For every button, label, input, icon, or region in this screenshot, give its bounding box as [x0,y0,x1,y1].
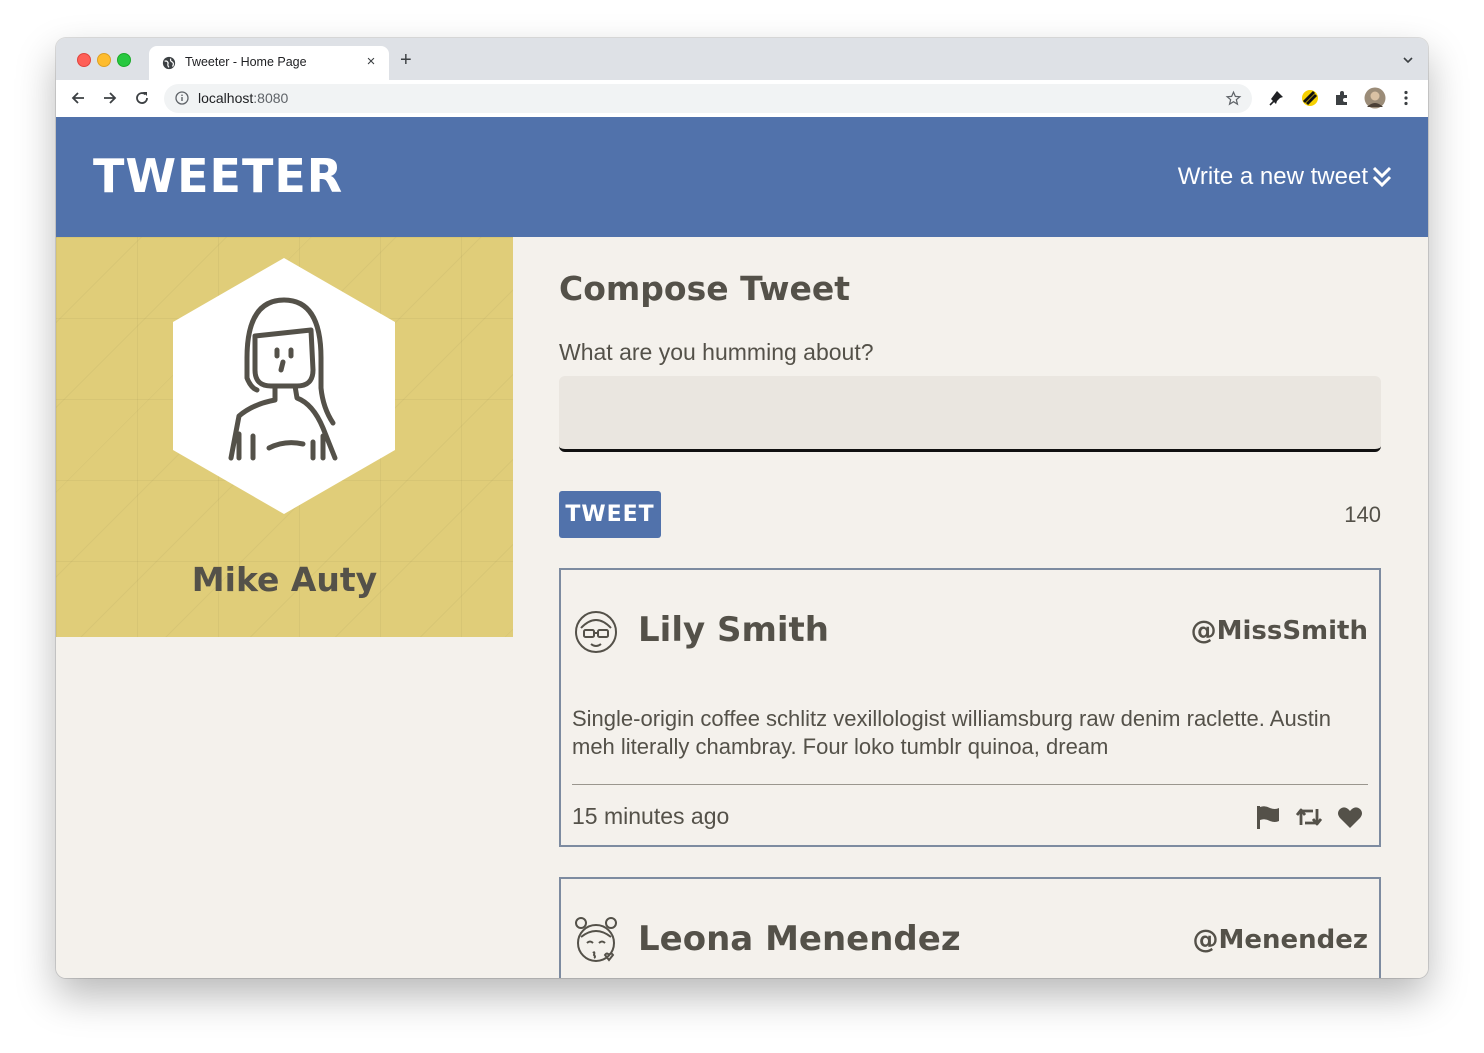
tweet-author-handle[interactable]: @Menendez [1192,925,1368,955]
url-text: localhost:8080 [198,90,289,106]
tweet-author-name: Lily Smith [638,610,830,650]
flag-icon[interactable] [1255,804,1281,830]
browser-window: Tweeter - Home Page × + localhost:8080 T… [56,38,1428,978]
user-avatar-icon [575,917,617,962]
profile-name: Mike Auty [191,560,378,599]
tweet-author-handle[interactable]: @MissSmith [1191,616,1368,646]
tab-title: Tweeter - Home Page [185,55,307,69]
tweet-timestamp: 15 minutes ago [572,803,730,829]
browser-tab[interactable]: Tweeter - Home Page × [149,46,389,80]
tab-strip: Tweeter - Home Page × + [56,38,1428,80]
tweet-card: Lily Smith @MissSmith Single-origin coff… [559,568,1381,847]
tweet-card: Leona Menendez @Menendez [559,877,1381,978]
globe-icon [162,56,176,70]
compose-label: What are you humming about? [559,339,874,365]
pin-extension-icon[interactable] [1268,89,1286,107]
profile-card: Mike Auty [56,237,513,637]
compose-title: Compose Tweet [559,269,850,308]
tweet-author-name: Leona Menendez [638,919,961,959]
tweet-button[interactable]: TWEET [559,491,661,538]
info-icon[interactable] [175,91,189,105]
puzzle-extensions-icon[interactable] [1333,89,1351,107]
site-header: TWEETER Write a new tweet [56,117,1428,237]
double-chevron-down-icon [1372,166,1392,188]
minimize-window-button[interactable] [97,53,111,67]
character-counter: 140 [1344,502,1381,527]
tweeter-page: TWEETER Write a new tweet Mike Auty Comp… [56,117,1428,978]
profile-avatar [173,258,395,514]
new-tab-button[interactable]: + [400,50,412,70]
tweet-actions [1255,804,1363,830]
back-arrow-icon[interactable] [69,89,87,107]
retweet-icon[interactable] [1295,806,1323,828]
more-options-icon[interactable] [1397,89,1415,107]
chevron-down-icon[interactable] [1402,54,1414,66]
browser-toolbar: localhost:8080 [56,80,1428,118]
tweet-text-input[interactable] [559,376,1381,452]
striped-extension-icon[interactable] [1301,89,1319,107]
write-new-tweet-link[interactable]: Write a new tweet [1178,163,1392,191]
maximize-window-button[interactable] [117,53,131,67]
bookmark-star-icon[interactable] [1225,90,1242,107]
profile-avatar-icon[interactable] [1364,87,1386,109]
tweet-text: Single-origin coffee schlitz vexillologi… [572,706,1331,759]
site-logo[interactable]: TWEETER [93,149,343,203]
user-avatar-icon [575,611,617,653]
close-tab-icon[interactable]: × [363,54,379,70]
forward-arrow-icon[interactable] [101,89,119,107]
write-new-tweet-label: Write a new tweet [1177,163,1368,190]
heart-icon[interactable] [1337,805,1363,829]
close-window-button[interactable] [77,53,91,67]
address-bar[interactable]: localhost:8080 [164,84,1252,113]
reload-icon[interactable] [133,89,151,107]
tweet-divider [572,784,1368,785]
